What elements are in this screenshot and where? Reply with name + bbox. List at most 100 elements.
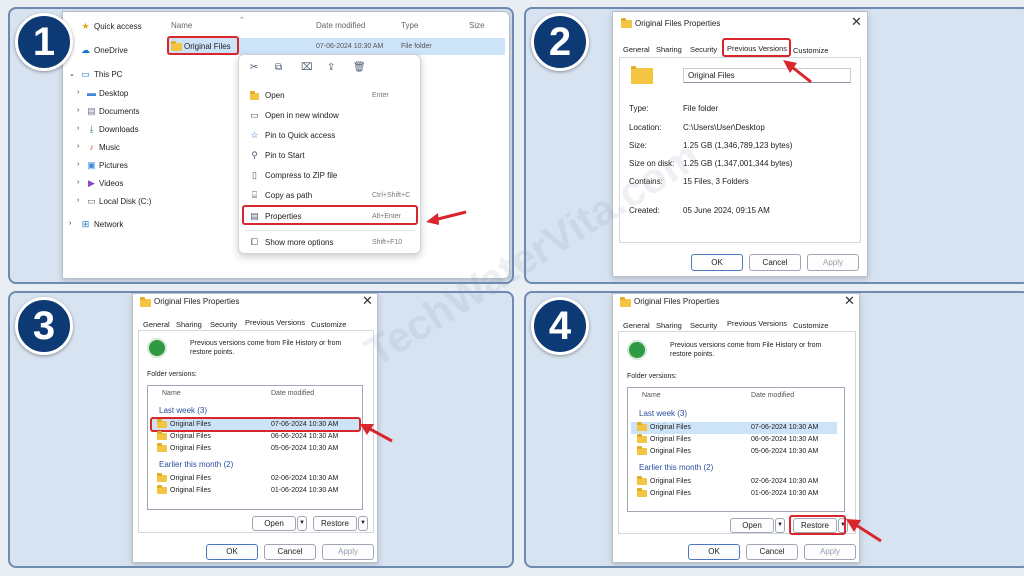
delete-icon[interactable]: 🗑 (353, 62, 366, 73)
version-name[interactable]: Original Files (170, 487, 211, 494)
chevron-right-icon[interactable]: › (69, 220, 71, 227)
tab-security[interactable]: Security (690, 321, 717, 330)
ok-button[interactable]: OK (206, 544, 258, 560)
tab-customize[interactable]: Customize (311, 320, 346, 329)
tab-previous-versions-active[interactable]: Previous Versions (727, 319, 787, 328)
tab-previous-versions-active[interactable]: Previous Versions (245, 318, 305, 327)
version-name[interactable]: Original Files (650, 448, 691, 455)
chevron-right-icon[interactable]: › (77, 161, 79, 168)
tab-general[interactable]: General (623, 321, 650, 330)
menu-separator (245, 230, 415, 231)
folder-name-field[interactable]: Original Files (683, 68, 851, 83)
menu-label: Pin to Quick access (265, 131, 336, 140)
menu-label: Open in new window (265, 111, 339, 120)
tab-general[interactable]: General (143, 320, 170, 329)
folder-icon (157, 473, 167, 482)
column-name[interactable]: Name (642, 392, 661, 399)
close-icon[interactable]: ✕ (851, 14, 862, 30)
folder-icon (637, 476, 647, 485)
column-name[interactable]: Name (162, 390, 181, 397)
close-icon[interactable]: ✕ (362, 293, 373, 309)
videos-icon: ▶ (88, 178, 95, 188)
open-button[interactable]: Open (730, 518, 774, 533)
share-icon[interactable]: ⇪ (327, 62, 335, 73)
chevron-right-icon[interactable]: › (77, 179, 79, 186)
column-size[interactable]: Size (469, 21, 485, 30)
location-value: C:\Users\User\Desktop (683, 123, 765, 132)
download-icon: ⤓ (89, 124, 94, 134)
dialog-title: Original Files Properties (635, 19, 721, 28)
ok-button[interactable]: OK (688, 544, 740, 560)
chevron-right-icon[interactable]: › (77, 197, 79, 204)
version-name: Original Files (650, 424, 691, 431)
chevron-right-icon[interactable]: › (77, 143, 79, 150)
menu-shortcut: Shift+F10 (372, 239, 403, 246)
nav-downloads[interactable]: Downloads (99, 125, 139, 134)
cancel-button[interactable]: Cancel (749, 254, 801, 271)
step-2-panel: 2 Original Files Properties ✕ General Sh… (524, 7, 1024, 284)
apply-button[interactable]: Apply (804, 544, 856, 560)
version-name[interactable]: Original Files (650, 478, 691, 485)
open-button[interactable]: Open (252, 516, 296, 531)
tab-security[interactable]: Security (210, 320, 237, 329)
folder-icon (637, 422, 647, 431)
tab-customize[interactable]: Customize (793, 321, 828, 330)
chevron-right-icon[interactable]: › (77, 107, 79, 114)
nav-onedrive[interactable]: OneDrive (94, 46, 128, 55)
ok-button[interactable]: OK (691, 254, 743, 271)
copy-icon[interactable]: ⧉ (275, 62, 282, 73)
dialog-title: Original Files Properties (154, 297, 240, 306)
version-name[interactable]: Original Files (650, 490, 691, 497)
apply-button[interactable]: Apply (322, 544, 374, 560)
version-name[interactable]: Original Files (170, 445, 211, 452)
column-date-modified[interactable]: Date modified (751, 392, 794, 399)
nav-documents[interactable]: Documents (99, 107, 139, 116)
nav-local-disk[interactable]: Local Disk (C:) (99, 197, 151, 206)
tab-sharing[interactable]: Sharing (176, 320, 202, 329)
version-name[interactable]: Original Files (170, 433, 211, 440)
cancel-button[interactable]: Cancel (746, 544, 798, 560)
nav-desktop[interactable]: Desktop (99, 89, 128, 98)
open-dropdown-chevron-icon[interactable]: ▼ (775, 518, 785, 533)
highlight-file (167, 36, 239, 55)
nav-pictures[interactable]: Pictures (99, 161, 128, 170)
restore-button[interactable]: Restore (313, 516, 357, 531)
apply-button[interactable]: Apply (807, 254, 859, 271)
column-name[interactable]: Name (171, 21, 192, 30)
cut-icon[interactable]: ✂ (250, 62, 258, 73)
cancel-button[interactable]: Cancel (264, 544, 316, 560)
group-earlier-this-month[interactable]: Earlier this month (2) (159, 460, 233, 469)
restore-dropdown-chevron-icon[interactable]: ▼ (358, 516, 368, 531)
tab-sharing[interactable]: Sharing (656, 321, 682, 330)
nav-this-pc[interactable]: This PC (94, 70, 122, 79)
nav-quick-access[interactable]: Quick access (94, 22, 142, 31)
group-earlier-this-month[interactable]: Earlier this month (2) (639, 463, 713, 472)
versions-list: Name Date modified Last week (3) Origina… (627, 387, 845, 512)
open-dropdown-chevron-icon[interactable]: ▼ (297, 516, 307, 531)
chevron-right-icon[interactable]: › (77, 89, 79, 96)
tab-customize[interactable]: Customize (793, 46, 828, 55)
group-last-week[interactable]: Last week (3) (159, 406, 207, 415)
column-date-modified[interactable]: Date modified (316, 21, 365, 30)
sort-chevron-icon[interactable]: ⌃ (239, 16, 245, 24)
nav-videos[interactable]: Videos (99, 179, 123, 188)
close-icon[interactable]: ✕ (844, 293, 855, 309)
rename-icon[interactable]: ⌧ (301, 62, 313, 73)
star-icon: ☆ (250, 130, 259, 140)
properties-dialog: Original Files Properties ✕ General Shar… (612, 293, 860, 563)
column-date-modified[interactable]: Date modified (271, 390, 314, 397)
group-last-week[interactable]: Last week (3) (639, 409, 687, 418)
version-name[interactable]: Original Files (170, 475, 211, 482)
tab-general[interactable]: General (623, 45, 650, 54)
nav-network[interactable]: Network (94, 220, 123, 229)
tab-content-border (619, 57, 861, 243)
version-date: 02-06-2024 10:30 AM (751, 478, 819, 485)
column-type[interactable]: Type (401, 21, 418, 30)
tab-security[interactable]: Security (690, 45, 717, 54)
dialog-title: Original Files Properties (634, 297, 720, 306)
tab-sharing[interactable]: Sharing (656, 45, 682, 54)
chevron-down-icon[interactable]: ⌄ (69, 70, 75, 78)
chevron-right-icon[interactable]: › (77, 125, 79, 132)
nav-music[interactable]: Music (99, 143, 120, 152)
version-name[interactable]: Original Files (650, 436, 691, 443)
